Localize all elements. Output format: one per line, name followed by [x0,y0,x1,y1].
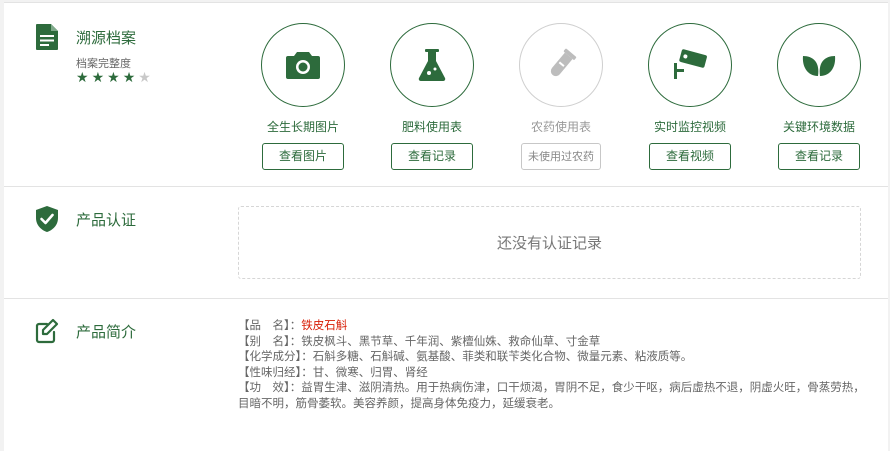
cctv-camera-icon [674,49,707,79]
intro-line-alias: 【别 名】：铁皮枫斗、黑节草、千年润、紫檀仙姝、救命仙草、寸金草 [238,333,601,348]
feature-fertilizer: 肥料使用表 查看记录 [368,23,496,170]
trace-archive-section: 溯源档案 档案完整度 ★ ★ ★ ★ ★ 全生长期图片 查看图片 肥料使用表 查看记录 [4,2,888,186]
feature-pesticide: 农药使用表 未使用过农药 [497,23,625,170]
feature-monitoring-video: 实时监控视频 查看视频 [626,23,754,170]
product-intro-section: 产品简介 【品 名】：铁皮石斛 【别 名】：铁皮枫斗、黑节草、千年润、紫檀仙姝、… [4,298,888,451]
feature-growth-photos: 全生长期图片 查看图片 [239,23,367,170]
view-env-records-button[interactable]: 查看记录 [778,143,860,170]
completeness-rating: ★ ★ ★ ★ ★ [76,70,151,86]
feature-label: 全生长期图片 [266,120,339,134]
certification-section: 产品认证 还没有认证记录 [4,186,888,298]
star-icon: ★ [107,70,120,86]
feature-label: 关键环境数据 [782,120,855,134]
feature-label: 肥料使用表 [401,120,462,134]
feature-icon-circle [648,23,732,107]
feature-label: 农药使用表 [530,120,591,134]
camera-icon [286,52,320,79]
intro-line-composition: 【化学成分】：石斛多糖、石斛碱、氨基酸、菲类和联苄类化合物、微量元素、粘液质等。 [238,349,693,363]
shield-check-icon [36,206,58,232]
no-pesticide-button[interactable]: 未使用过农药 [521,143,601,170]
flask-icon [418,49,446,82]
product-name: 铁皮石斛 [301,318,348,332]
feature-icon-circle [777,23,861,107]
feature-environment-data: 关键环境数据 查看记录 [755,23,883,170]
edit-icon [35,318,59,344]
intro-line-effects: 【功 效】：益胃生津、滋阴清热。用于热病伤津，口干烦渴，胃阴不足，食少干呕，病后… [238,380,865,410]
view-photos-button[interactable]: 查看图片 [262,143,344,170]
star-icon: ★ [91,70,105,86]
star-icon: ★ [76,70,89,86]
feature-icon-circle [390,23,474,107]
empty-state-text: 还没有认证记录 [496,234,602,252]
star-icon: ★ [122,70,136,86]
document-icon [36,24,58,50]
view-fertilizer-records-button[interactable]: 查看记录 [391,143,473,170]
product-description: 【品 名】：铁皮石斛 【别 名】：铁皮枫斗、黑节草、千年润、紫檀仙姝、救命仙草、… [238,318,868,411]
section-title: 产品认证 [76,211,137,229]
certification-empty-state: 还没有认证记录 [238,206,861,279]
view-video-button[interactable]: 查看视频 [649,143,731,170]
feature-icon-circle [261,23,345,107]
feature-icon-circle [519,23,603,107]
intro-line-nature: 【性味归经】：甘、微寒、归胃、肾经 [238,364,428,379]
intro-line-name: 【品 名】：铁皮石斛 [238,318,348,332]
section-title: 产品简介 [76,323,137,341]
test-tube-icon [550,48,577,77]
leaf-icon [802,56,836,76]
completeness-label: 档案完整度 [76,57,131,70]
feature-label: 实时监控视频 [653,120,726,134]
section-title: 溯源档案 [76,29,137,47]
star-icon: ★ [138,70,151,86]
